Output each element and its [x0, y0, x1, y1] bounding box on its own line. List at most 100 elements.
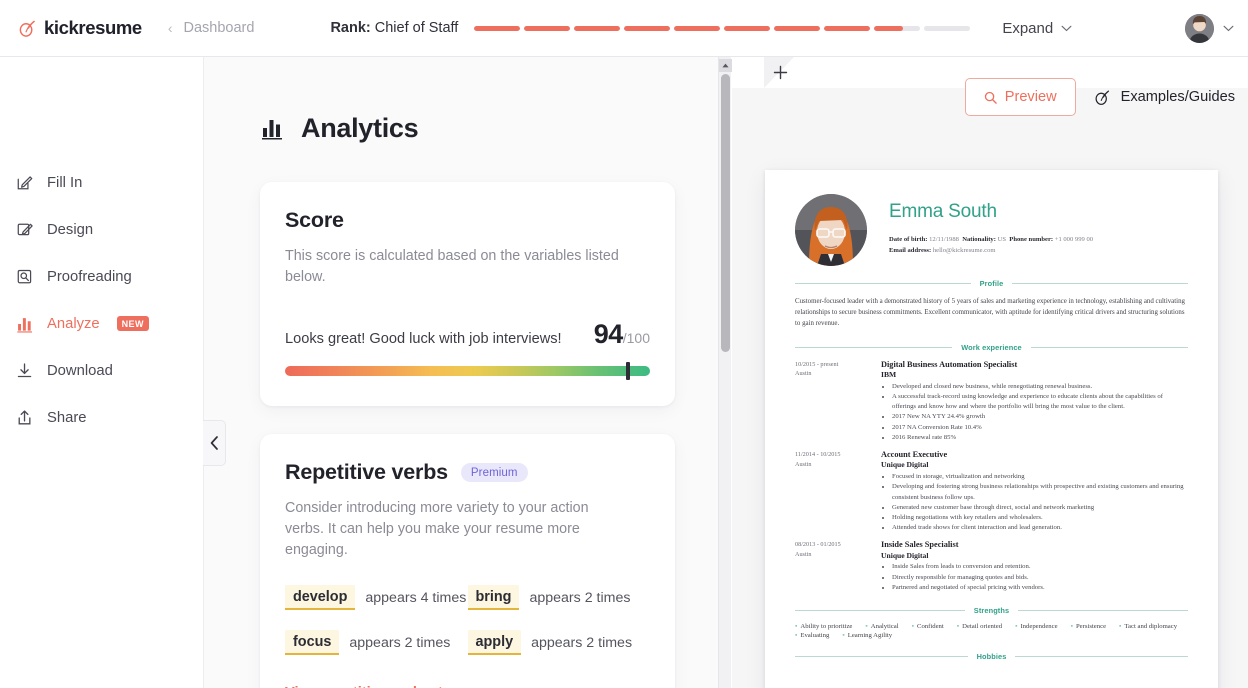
rule-right: [1030, 346, 1188, 348]
resume-identity: Emma South Date of birth: 12/11/1988 Nat…: [889, 194, 1188, 256]
preview-button-label: Preview: [1004, 89, 1057, 105]
tab-active[interactable]: [732, 57, 764, 88]
bullet-square-icon: ▪: [795, 623, 798, 631]
job-bullet: Generated new customer base through dire…: [892, 503, 1188, 513]
strength-tag: ▪ Analytical: [865, 623, 899, 631]
bullet-square-icon: ▪: [1070, 623, 1073, 631]
app-root: kickresume ‹ Dashboard Rank: Chief of St…: [0, 0, 1248, 688]
strength-tag: ▪ Confident: [911, 623, 944, 631]
job-bullets: Developed and closed new business, while…: [892, 382, 1188, 443]
rank-segment-5: [674, 25, 721, 31]
score-title-text: Score: [285, 208, 344, 232]
rank-prefix: Rank:: [330, 20, 371, 36]
verb-chip[interactable]: apply: [467, 630, 522, 656]
breadcrumb-dashboard-link[interactable]: Dashboard: [184, 20, 255, 36]
sidebar-item-fill-in[interactable]: Fill In: [0, 159, 203, 206]
resume-strengths-list: ▪ Ability to prioritize ▪ Analytical ▪ Confid…: [795, 623, 1188, 639]
resume-job-entry: 08/2013 - 01/2015 Austin Inside Sales Spec…: [795, 540, 1188, 593]
job-dates: 11/2014 - 10/2015: [795, 450, 841, 458]
hobbies-heading: Hobbies: [976, 652, 1007, 662]
expand-dropdown[interactable]: Expand: [1002, 20, 1072, 37]
resume-document[interactable]: Emma South Date of birth: 12/11/1988 Nat…: [765, 170, 1218, 688]
chevron-left-icon: [210, 436, 218, 450]
score-card-title: Score: [285, 208, 650, 233]
preview-button[interactable]: Preview: [964, 78, 1076, 116]
job-dates: 08/2013 - 01/2015: [795, 541, 841, 549]
sidebar-item-analyze[interactable]: Analyze NEW: [0, 300, 203, 347]
brand-logo[interactable]: kickresume: [18, 17, 142, 39]
strength-tag: ▪ Learning Agility: [842, 632, 893, 640]
sidebar-item-share[interactable]: Share: [0, 394, 203, 441]
verb-chip[interactable]: develop: [285, 585, 356, 611]
rank-segment-3: [574, 25, 621, 31]
kickresume-mark-icon: [19, 20, 35, 37]
scrollbar-thumb[interactable]: [721, 74, 730, 352]
rule-left: [795, 346, 953, 348]
bullet-square-icon: ▪: [1015, 623, 1018, 631]
examples-guides-button[interactable]: Examples/Guides: [1076, 78, 1243, 116]
analytics-scrollbar[interactable]: [718, 57, 732, 688]
rank-segment-9: [874, 25, 921, 31]
work-heading: Work experience: [961, 342, 1022, 352]
verbs-card-title: Repetitive verbs Premium: [285, 460, 650, 485]
bullet-square-icon: ▪: [911, 623, 914, 631]
user-menu[interactable]: [1185, 14, 1234, 43]
resume-contacts: Date of birth: 12/11/1988 Nationality: U…: [889, 235, 1188, 256]
job-bullet: A successful track-record using knowledg…: [892, 392, 1188, 412]
sidebar-collapse-button[interactable]: [203, 420, 226, 466]
scroll-up-arrow-icon[interactable]: [719, 59, 732, 72]
job-title: Inside Sales Specialist: [881, 540, 959, 550]
sidebar-item-label: Fill In: [47, 174, 83, 191]
email-label: Email address:: [889, 246, 932, 254]
add-tab-button[interactable]: [767, 60, 793, 85]
pencil-square-icon: [17, 175, 33, 189]
sidebar-item-download[interactable]: Download: [0, 347, 203, 394]
job-dates-location: 11/2014 - 10/2015 Austin: [795, 450, 881, 533]
job-city: Austin: [795, 460, 812, 468]
sidebar-item-label: Analyze: [47, 315, 100, 332]
expand-label: Expand: [1002, 19, 1054, 37]
section-header-hobbies: Hobbies: [795, 652, 1189, 662]
contact-value: 12/11/1988: [927, 236, 963, 243]
strength-tag: ▪ Ability to prioritize: [795, 623, 853, 631]
sidebar-item-proofreading[interactable]: Proofreading: [0, 253, 203, 300]
rank-segment-6: [724, 25, 771, 31]
verb-item: apply appears 2 times: [467, 630, 651, 656]
job-bullet: Developed and closed new business, while…: [892, 382, 1188, 392]
job-organization: Unique Digital: [881, 550, 929, 560]
download-icon: [17, 362, 32, 377]
job-body: Account ExecutiveUnique Digital Focused i…: [881, 450, 1188, 533]
bullet-square-icon: ▪: [1119, 623, 1122, 631]
verbs-card-subtitle: Consider introducing more variety to you…: [285, 500, 589, 559]
rank-segment-8: [824, 25, 871, 31]
job-title: Account Executive: [881, 449, 948, 459]
resume-job-entry: 11/2014 - 10/2015 Austin Account Executive…: [795, 450, 1188, 533]
email-value: hello@kickresume.com: [932, 246, 996, 254]
strength-tag: ▪ Independence: [1015, 623, 1058, 631]
repetitive-verbs-card: Repetitive verbs Premium Consider introd…: [260, 434, 675, 688]
chevron-down-icon: [1223, 25, 1234, 32]
preview-action-bar: Preview Examples/Guides: [964, 78, 1243, 116]
job-title: Digital Business Automation Specialist: [881, 359, 1018, 369]
job-bullet: 2017 NA Conversion Rate 10.4%: [892, 423, 1188, 433]
strengths-heading: Strengths: [973, 606, 1010, 616]
contact-label: Nationality:: [962, 236, 996, 243]
contact-label: Date of birth:: [889, 236, 928, 243]
job-organization: IBM: [881, 369, 897, 379]
job-bullet: Holding negotiations with key retailers …: [892, 513, 1188, 523]
verb-count: appears 2 times: [349, 634, 451, 651]
verb-chip[interactable]: bring: [467, 585, 520, 611]
rule-right: [1015, 656, 1189, 658]
job-body: Inside Sales SpecialistUnique Digital Ins…: [881, 540, 1188, 593]
rank-segment-10: [924, 25, 971, 31]
verb-chip[interactable]: focus: [285, 630, 340, 656]
score-marker: [626, 362, 631, 381]
premium-badge: Premium: [460, 463, 528, 483]
contact-value: US: [995, 236, 1010, 243]
sidebar-item-design[interactable]: Design: [0, 206, 203, 253]
rank-segment-fill: [774, 25, 821, 31]
brand-name: kickresume: [44, 17, 142, 38]
job-bullets: Inside Sales from leads to conversion an…: [892, 562, 1188, 593]
rule-left: [795, 283, 971, 284]
resume-name: Emma South: [889, 201, 997, 222]
